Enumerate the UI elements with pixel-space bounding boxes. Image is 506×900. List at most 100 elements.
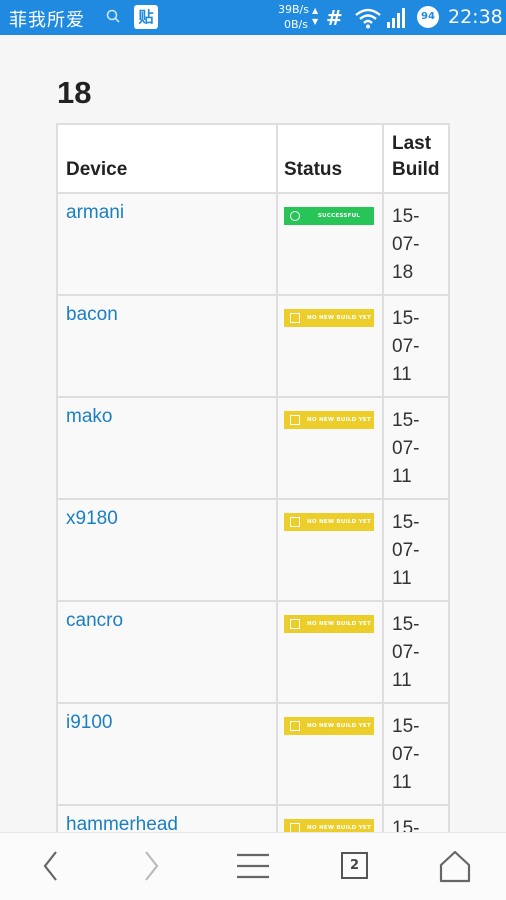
- last-build-date: 15- 07- 11: [392, 405, 440, 491]
- status-cell: NO NEW BUILD YET: [276, 600, 384, 704]
- date-part: 07-: [392, 642, 420, 663]
- status-badge: SUCCESSFUL: [284, 207, 374, 225]
- upload-speed: 39B/s: [278, 3, 309, 16]
- status-badge-text: NO NEW BUILD YET: [307, 723, 371, 729]
- back-icon[interactable]: [34, 849, 68, 883]
- status-cell: NO NEW BUILD YET: [276, 804, 384, 832]
- date-part: 15-: [392, 308, 420, 329]
- status-badge-text: NO NEW BUILD YET: [307, 519, 371, 525]
- status-badge-text: NO NEW BUILD YET: [307, 315, 371, 321]
- download-speed: 0B/s: [284, 18, 308, 31]
- status-badge: NO NEW BUILD YET: [284, 717, 374, 735]
- last-build-cell: 15- 07- 11: [382, 702, 450, 806]
- page-title-text: 18: [57, 75, 92, 110]
- pending-square-icon: [290, 517, 300, 527]
- network-speed: 39B/s 0B/s: [278, 2, 309, 32]
- last-build-date: 15- 07- 11: [392, 303, 440, 389]
- status-cell: NO NEW BUILD YET: [276, 498, 384, 602]
- device-link[interactable]: i9100: [66, 712, 113, 733]
- date-part: 15-: [392, 614, 420, 635]
- last-build-cell: 15- 07- 11: [382, 396, 450, 500]
- table-row: mako NO NEW BUILD YET 15- 07- 11: [56, 396, 450, 500]
- devices-table: Device Status Last Build armani SUCCESSFU…: [56, 123, 450, 832]
- device-cell: cancro: [56, 600, 278, 704]
- device-cell: bacon: [56, 294, 278, 398]
- network-type-icon: #: [326, 6, 343, 30]
- last-build-cell: 15- 07- 18: [382, 192, 450, 296]
- header-last-build-text: Last Build: [392, 133, 440, 180]
- home-icon[interactable]: [438, 849, 472, 883]
- date-part: 15-: [392, 512, 420, 533]
- status-badge-text: SUCCESSFUL: [317, 213, 361, 219]
- page-title: 18: [57, 35, 457, 121]
- device-link[interactable]: bacon: [66, 304, 118, 325]
- date-part: 15-: [392, 410, 420, 431]
- date-part: 07-: [392, 540, 420, 561]
- last-build-date: 15- 07- 11: [392, 507, 440, 593]
- battery-icon: 94: [417, 6, 439, 28]
- last-build-cell: 15- 07- 11: [382, 498, 450, 602]
- device-link[interactable]: armani: [66, 202, 124, 223]
- date-part: 07-: [392, 234, 420, 255]
- status-badge: NO NEW BUILD YET: [284, 819, 374, 832]
- device-link[interactable]: x9180: [66, 508, 118, 529]
- status-cell: NO NEW BUILD YET: [276, 294, 384, 398]
- device-cell: mako: [56, 396, 278, 500]
- date-part: 07-: [392, 336, 420, 357]
- pending-square-icon: [290, 619, 300, 629]
- app-title: 菲我所爱: [9, 10, 85, 31]
- device-link[interactable]: mako: [66, 406, 112, 427]
- date-part: 07-: [392, 438, 420, 459]
- last-build-date: 15- 07- 18: [392, 201, 440, 287]
- status-badge-text: NO NEW BUILD YET: [307, 417, 371, 423]
- pending-square-icon: [290, 415, 300, 425]
- table-row: armani SUCCESSFUL 15- 07- 18: [56, 192, 450, 296]
- date-part: 11: [392, 364, 412, 385]
- tieba-icon: 贴: [134, 5, 158, 29]
- device-link[interactable]: hammerhead: [66, 814, 178, 832]
- table-row: bacon NO NEW BUILD YET 15- 07- 11: [56, 294, 450, 398]
- header-device: Device: [56, 123, 278, 194]
- status-cell: SUCCESSFUL: [276, 192, 384, 296]
- last-build-date: 15-07-: [392, 813, 440, 832]
- header-status: Status: [276, 123, 384, 194]
- device-cell: i9100: [56, 702, 278, 806]
- table-row: x9180 NO NEW BUILD YET 15- 07- 11: [56, 498, 450, 602]
- status-badge-text: NO NEW BUILD YET: [307, 621, 371, 627]
- device-link[interactable]: cancro: [66, 610, 123, 631]
- header-last-build: Last Build: [382, 123, 450, 194]
- last-build-date: 15- 07- 11: [392, 609, 440, 695]
- date-part: 11: [392, 670, 412, 691]
- date-part: 07-: [392, 744, 420, 765]
- last-build-date: 15- 07- 11: [392, 711, 440, 797]
- status-bar: 菲我所爱 贴 39B/s 0B/s ▲ ▼ # 94 22:38: [0, 0, 506, 35]
- date-part: 15-: [392, 206, 420, 227]
- last-build-cell: 15-07-: [382, 804, 450, 832]
- status-badge: NO NEW BUILD YET: [284, 309, 374, 327]
- signal-icon: [387, 8, 405, 28]
- table-row: hammerhead NO NEW BUILD YET 15-07-: [56, 804, 450, 832]
- date-part: 15-: [392, 716, 420, 737]
- date-part: 11: [392, 568, 412, 589]
- last-build-cell: 15- 07- 11: [382, 600, 450, 704]
- menu-icon[interactable]: [236, 849, 270, 883]
- table-row: cancro NO NEW BUILD YET 15- 07- 11: [56, 600, 450, 704]
- table-row: i9100 NO NEW BUILD YET 15- 07- 11: [56, 702, 450, 806]
- device-cell: x9180: [56, 498, 278, 602]
- status-badge: NO NEW BUILD YET: [284, 411, 374, 429]
- tabs-icon[interactable]: 2: [341, 852, 368, 879]
- date-part: 11: [392, 466, 412, 487]
- transfer-arrows-icon: ▲ ▼: [312, 6, 319, 26]
- search-icon: [106, 9, 120, 23]
- pending-square-icon: [290, 823, 300, 832]
- status-badge-text: NO NEW BUILD YET: [307, 825, 371, 831]
- forward-icon[interactable]: [134, 849, 168, 883]
- table-header-row: Device Status Last Build: [56, 123, 450, 194]
- clock: 22:38: [448, 6, 503, 28]
- wifi-icon: [355, 8, 381, 29]
- date-part: 11: [392, 772, 412, 793]
- device-cell: hammerhead: [56, 804, 278, 832]
- status-badge: NO NEW BUILD YET: [284, 513, 374, 531]
- page-content: 18 Device Status Last Build armani SUCCES…: [0, 35, 506, 832]
- date-part: 15-: [392, 818, 420, 832]
